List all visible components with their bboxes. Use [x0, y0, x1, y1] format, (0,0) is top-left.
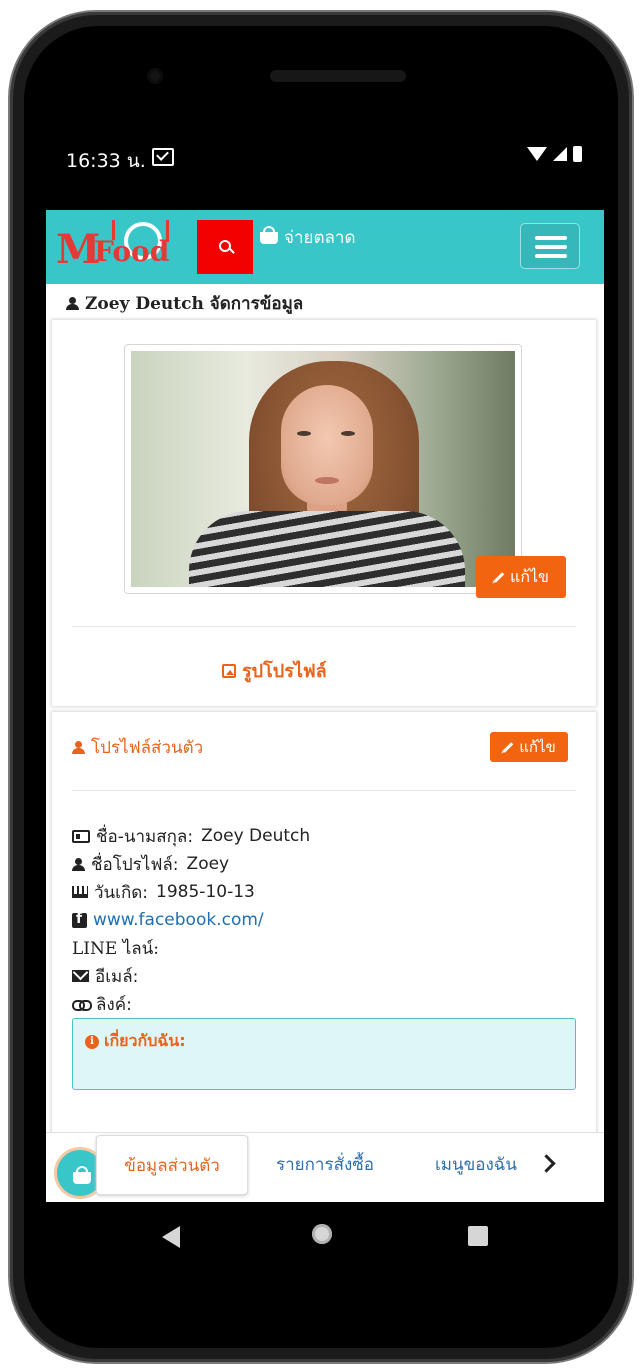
back-icon[interactable] [162, 1226, 180, 1248]
email-row: อีเมล์: [72, 962, 310, 990]
full-name-row: ชื่อ-นามสกุล: Zoey Deutch [72, 822, 310, 850]
user-icon [72, 741, 85, 754]
website-row: ลิงค์: [72, 990, 310, 1018]
menu-toggle-button[interactable] [520, 223, 580, 269]
facebook-row: www.facebook.com/ [72, 906, 310, 934]
status-clock: 16:33 น. [66, 150, 146, 172]
app-viewport: M Food จ่ายตลาด Zoey Deutch จัดการข้อมูล [46, 210, 604, 1202]
basket-icon [73, 1166, 91, 1184]
divider [72, 790, 576, 791]
about-me-title: i เกี่ยวกับฉัน: [85, 1029, 186, 1054]
image-icon [222, 663, 236, 678]
link-icon [72, 999, 92, 1011]
section-title: โปรไฟล์ส่วนตัว [72, 734, 203, 761]
divider [72, 626, 576, 627]
mfood-logo[interactable]: M Food [54, 218, 184, 276]
about-me-box: i เกี่ยวกับฉัน: [72, 1018, 576, 1090]
mail-notification-icon [152, 148, 174, 166]
basket-icon [260, 225, 278, 244]
battery-icon [573, 146, 582, 162]
bottom-tab-bar: ข้อมูลส่วนตัว รายการสั่งซื้อ เมนูของฉัน [46, 1132, 604, 1202]
page-title: Zoey Deutch จัดการข้อมูล [66, 290, 303, 317]
profile-photo-frame [124, 344, 522, 594]
tab-personal-info[interactable]: ข้อมูลส่วนตัว [96, 1135, 248, 1195]
edit-profile-button[interactable]: แก้ไข [490, 732, 568, 762]
front-camera [147, 68, 163, 84]
profile-name-row: ชื่อโปรไฟล์: Zoey [72, 850, 310, 878]
birthday-row: วันเกิด: 1985-10-13 [72, 878, 310, 906]
facebook-link[interactable]: www.facebook.com/ [93, 910, 264, 930]
status-bar: 16:33 น. [46, 136, 604, 210]
recents-icon[interactable] [468, 1226, 488, 1246]
id-card-icon [72, 829, 90, 843]
wifi-icon [527, 147, 547, 161]
birthday-cake-icon [72, 886, 88, 898]
tab-my-menu[interactable]: เมนูของฉัน [416, 1135, 536, 1193]
pencil-icon [493, 571, 505, 583]
line-row: LINE ไลน์: [72, 938, 160, 959]
signal-icon [553, 147, 567, 161]
facebook-icon [72, 911, 87, 928]
profile-photo [131, 351, 515, 587]
pencil-icon [502, 741, 514, 753]
profile-photo-card: รูปโปรไฟล์ [52, 320, 596, 706]
search-button[interactable] [197, 220, 253, 274]
profile-info-list: ชื่อ-นามสกุล: Zoey Deutch ชื่อโปรไฟล์: Z… [72, 822, 310, 1018]
android-navigation-bar [46, 1202, 604, 1272]
system-icons [527, 146, 582, 162]
personal-profile-card: โปรไฟล์ส่วนตัว ชื่อ-นามสกุล: Zoey Deutch… [52, 712, 596, 1142]
top-navbar: M Food จ่ายตลาด [46, 210, 604, 284]
profile-photo-label: รูปโปรไฟล์ [222, 656, 327, 685]
device-screen: 16:33 น. M Food จ่ายตลาด Zoey Deutch จัด… [46, 136, 604, 1202]
page-title-text: Zoey Deutch จัดการข้อมูล [85, 294, 304, 314]
hamburger-icon [535, 236, 567, 240]
logo-word-food: Food [94, 235, 170, 268]
user-icon [66, 297, 79, 310]
envelope-icon [72, 970, 89, 982]
user-icon [72, 857, 85, 871]
market-label: จ่ายตลาด [284, 228, 356, 248]
market-link[interactable]: จ่ายตลาด [260, 224, 356, 251]
chevron-right-icon[interactable] [537, 1154, 556, 1173]
home-icon[interactable] [312, 1224, 332, 1244]
edit-photo-button[interactable]: แก้ไข [476, 556, 566, 598]
info-icon: i [85, 1034, 99, 1049]
tab-orders[interactable]: รายการสั่งซื้อ [260, 1135, 390, 1193]
earpiece-speaker [270, 70, 406, 82]
